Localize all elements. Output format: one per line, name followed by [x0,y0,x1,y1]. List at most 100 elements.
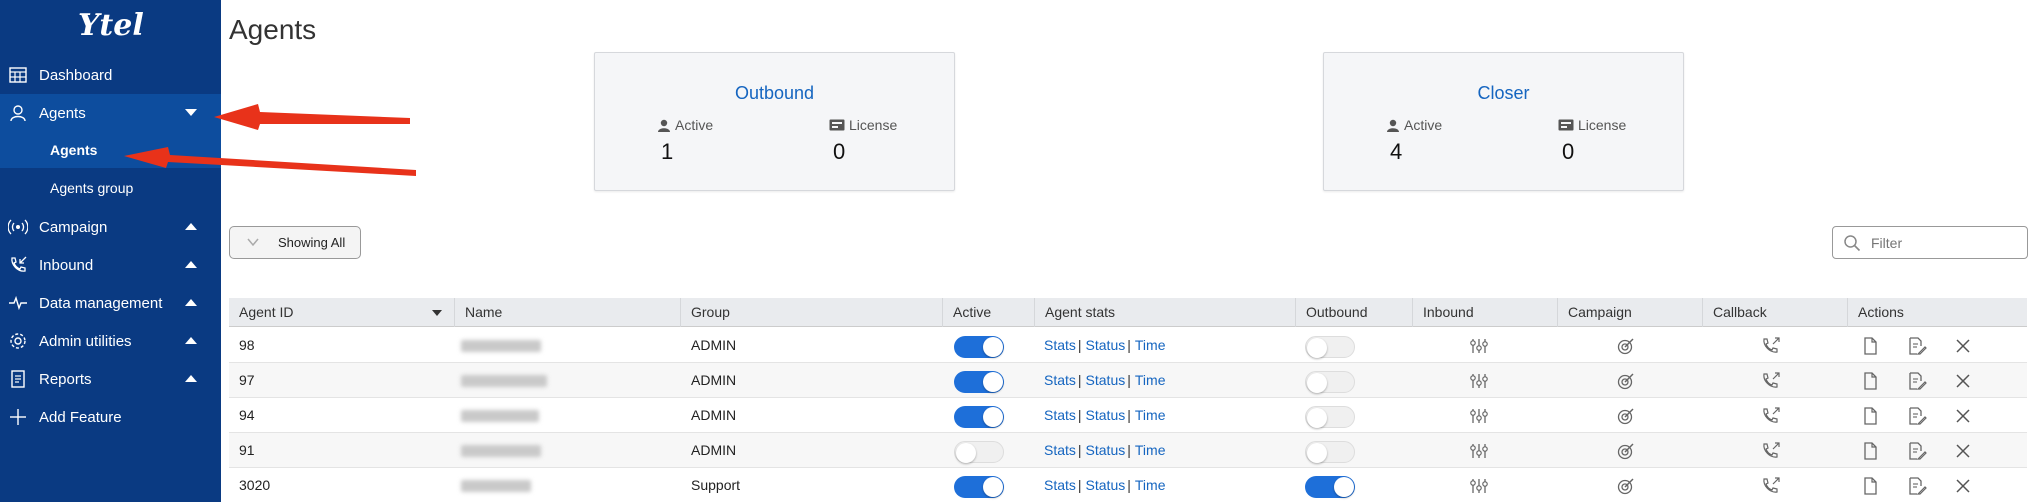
stats-link[interactable]: Stats [1044,372,1076,388]
table-row[interactable]: 97 ADMIN Stats | Status | Time [229,363,2027,398]
outbound-toggle[interactable] [1305,371,1355,393]
active-toggle[interactable] [954,441,1004,463]
caret-up-icon[interactable] [185,375,197,382]
sidebar-item-campaign[interactable]: Campaign [0,208,221,246]
time-link[interactable]: Time [1135,477,1166,493]
copy-document-icon[interactable] [1860,336,1880,356]
col-agent-stats[interactable]: Agent stats [1035,298,1296,327]
inbound-sliders-icon[interactable] [1469,476,1489,496]
callback-phone-icon[interactable] [1761,406,1781,426]
stat-label: License [1578,117,1627,133]
active-toggle[interactable] [954,406,1004,428]
agent-id-cell[interactable]: 91 [239,433,255,468]
table-row[interactable]: 98 ADMIN Stats | Status | Time [229,328,2027,363]
agent-id-cell[interactable]: 3020 [239,468,270,502]
campaign-target-icon[interactable] [1616,336,1636,356]
callback-phone-icon[interactable] [1761,371,1781,391]
inbound-sliders-icon[interactable] [1469,441,1489,461]
sidebar-subitem-agents-group[interactable]: Agents group [0,170,221,206]
sidebar-item-reports[interactable]: Reports [0,360,221,398]
col-campaign[interactable]: Campaign [1558,298,1703,327]
outbound-toggle[interactable] [1305,476,1355,498]
callback-phone-icon[interactable] [1761,441,1781,461]
col-name[interactable]: Name [455,298,681,327]
col-outbound[interactable]: Outbound [1296,298,1413,327]
copy-document-icon[interactable] [1860,406,1880,426]
table-row[interactable]: 3020 Support Stats | Status | Time [229,468,2027,502]
col-active[interactable]: Active [943,298,1035,327]
delete-close-icon[interactable] [1953,476,1973,496]
caret-up-icon[interactable] [185,223,197,230]
status-link[interactable]: Status [1086,337,1126,353]
caret-up-icon[interactable] [185,261,197,268]
col-callback[interactable]: Callback [1703,298,1848,327]
edit-document-icon[interactable] [1907,476,1927,496]
callback-phone-icon[interactable] [1761,476,1781,496]
dashboard-icon [9,67,27,83]
filter-box[interactable] [1832,226,2028,259]
sidebar-item-admin-utilities[interactable]: Admin utilities [0,322,221,360]
col-group[interactable]: Group [681,298,943,327]
stats-link[interactable]: Stats [1044,337,1076,353]
inbound-sliders-icon[interactable] [1469,336,1489,356]
caret-down-icon[interactable] [185,109,197,116]
active-toggle[interactable] [954,336,1004,358]
showing-all-dropdown[interactable]: Showing All [229,226,361,259]
campaign-target-icon[interactable] [1616,406,1636,426]
outbound-toggle[interactable] [1305,441,1355,463]
status-link[interactable]: Status [1086,442,1126,458]
sidebar-item-add-feature[interactable]: Add Feature [0,398,221,436]
outbound-toggle[interactable] [1305,336,1355,358]
filter-input[interactable] [1871,233,2021,253]
agent-id-cell[interactable]: 98 [239,328,255,363]
edit-document-icon[interactable] [1907,336,1927,356]
active-toggle[interactable] [954,371,1004,393]
edit-document-icon[interactable] [1907,441,1927,461]
sidebar-item-agents[interactable]: Agents [0,94,221,132]
stats-link[interactable]: Stats [1044,442,1076,458]
time-link[interactable]: Time [1135,372,1166,388]
delete-close-icon[interactable] [1953,371,1973,391]
col-actions[interactable]: Actions [1848,298,2027,327]
sidebar-subitem-agents[interactable]: Agents [0,132,221,168]
time-link[interactable]: Time [1135,407,1166,423]
copy-document-icon[interactable] [1860,441,1880,461]
outbound-toggle[interactable] [1305,406,1355,428]
status-link[interactable]: Status [1086,477,1126,493]
table-row[interactable]: 91 ADMIN Stats | Status | Time [229,433,2027,468]
delete-close-icon[interactable] [1953,441,1973,461]
delete-close-icon[interactable] [1953,336,1973,356]
edit-document-icon[interactable] [1907,371,1927,391]
caret-up-icon[interactable] [185,337,197,344]
copy-document-icon[interactable] [1860,476,1880,496]
copy-document-icon[interactable] [1860,371,1880,391]
time-link[interactable]: Time [1135,442,1166,458]
card-title[interactable]: Closer [1324,83,1683,104]
col-inbound[interactable]: Inbound [1413,298,1558,327]
stats-link[interactable]: Stats [1044,407,1076,423]
edit-document-icon[interactable] [1907,406,1927,426]
sidebar-item-inbound[interactable]: Inbound [0,246,221,284]
table-row[interactable]: 94 ADMIN Stats | Status | Time [229,398,2027,433]
agent-id-cell[interactable]: 97 [239,363,255,398]
time-link[interactable]: Time [1135,337,1166,353]
campaign-target-icon[interactable] [1616,371,1636,391]
delete-close-icon[interactable] [1953,406,1973,426]
active-toggle[interactable] [954,476,1004,498]
card-title[interactable]: Outbound [595,83,954,104]
stats-link[interactable]: Stats [1044,477,1076,493]
sidebar-item-dashboard[interactable]: Dashboard [0,56,221,94]
status-link[interactable]: Status [1086,372,1126,388]
col-agent-id[interactable]: Agent ID [229,298,455,327]
agent-id-cell[interactable]: 94 [239,398,255,433]
inbound-sliders-icon[interactable] [1469,406,1489,426]
ytel-logo[interactable]: Ytel [78,6,144,46]
callback-phone-icon[interactable] [1761,336,1781,356]
sort-caret-icon[interactable] [432,310,442,316]
status-link[interactable]: Status [1086,407,1126,423]
campaign-target-icon[interactable] [1616,441,1636,461]
caret-up-icon[interactable] [185,299,197,306]
campaign-target-icon[interactable] [1616,476,1636,496]
sidebar-item-data-management[interactable]: Data management [0,284,221,322]
inbound-sliders-icon[interactable] [1469,371,1489,391]
